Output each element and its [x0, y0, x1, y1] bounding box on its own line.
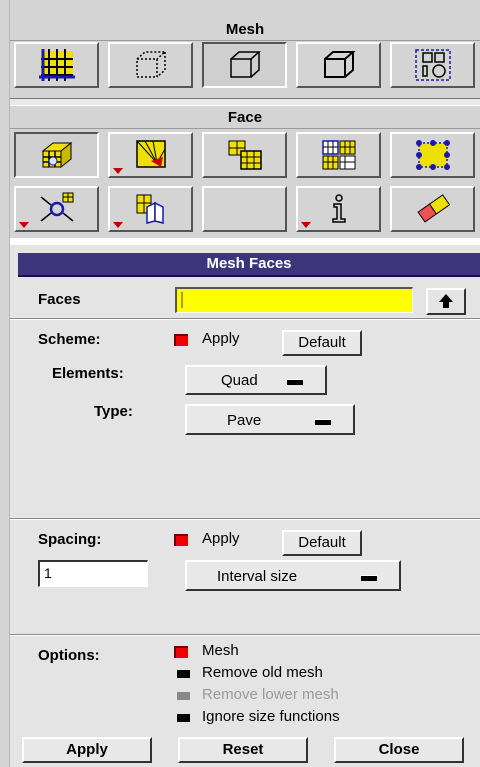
dropdown-marker [113, 222, 123, 228]
face-button-delete[interactable] [390, 186, 475, 232]
scheme-label: Scheme: [38, 331, 101, 348]
face-button-mesh[interactable] [14, 132, 99, 178]
close-button[interactable]: Close [334, 737, 464, 763]
modify-mesh-icon [321, 140, 355, 170]
option-ignore-size-functions-checkbox[interactable] [177, 712, 190, 722]
spacing-label: Spacing: [38, 531, 102, 548]
option-remove-old-mesh-checkbox[interactable] [177, 668, 190, 678]
face-button-split[interactable] [108, 186, 193, 232]
dropdown-marker [113, 168, 123, 174]
smooth-faces-icon [228, 140, 262, 170]
separator [10, 98, 480, 106]
spacing-method-value: Interval size [217, 568, 298, 585]
divider [10, 518, 480, 520]
face-button-blank[interactable] [202, 186, 287, 232]
option-mesh-checkbox[interactable] [174, 646, 188, 658]
reset-button[interactable]: Reset [178, 737, 308, 763]
type-select-value: Pave [227, 412, 262, 429]
type-select[interactable]: Pave [185, 404, 355, 435]
apply-button[interactable]: Apply [22, 737, 152, 763]
mesh-button-grid[interactable] [14, 42, 99, 88]
scheme-apply-checkbox[interactable] [174, 334, 188, 346]
option-menu-indicator [361, 574, 377, 581]
divider [10, 318, 480, 320]
mesh-toolbar: Mesh [10, 0, 480, 98]
option-remove-lower-mesh-checkbox [177, 690, 190, 700]
eraser-icon [416, 194, 450, 223]
scheme-apply-label: Apply [202, 330, 240, 347]
group-shapes-icon [414, 49, 451, 81]
mesh-button-volume[interactable] [296, 42, 381, 88]
mesh-faces-icon [41, 141, 72, 169]
grid-mesh-icon [38, 49, 75, 81]
nodes-icon [415, 140, 450, 170]
elements-select[interactable]: Quad [185, 365, 327, 395]
text-cursor [181, 292, 183, 308]
face-cube-icon [229, 51, 261, 78]
option-menu-indicator [315, 418, 331, 425]
blank-icon [225, 191, 265, 227]
mesh-button-vertex[interactable] [108, 42, 193, 88]
left-edge-bar [0, 0, 10, 767]
solid-cube-icon [323, 51, 356, 78]
faces-pick-button[interactable] [426, 288, 466, 315]
face-button-move[interactable] [14, 186, 99, 232]
face-button-info[interactable] [296, 186, 381, 232]
divider [10, 634, 480, 636]
face-toolbar: Face [10, 106, 480, 238]
spacing-apply-label: Apply [202, 530, 240, 547]
type-label: Type: [94, 403, 133, 420]
mesh-section-title: Mesh [10, 20, 480, 41]
face-button-smooth[interactable] [202, 132, 287, 178]
spacing-apply-checkbox[interactable] [174, 534, 188, 546]
elements-label: Elements: [52, 365, 124, 382]
info-icon [331, 194, 346, 223]
mesh-faces-window: Mesh Face Mesh Faces Faces Scheme: Apply… [0, 0, 480, 767]
face-section-title: Face [10, 108, 480, 129]
face-button-modify[interactable] [296, 132, 381, 178]
face-button-link[interactable] [108, 132, 193, 178]
dropdown-marker [301, 222, 311, 228]
option-mesh-label: Mesh [202, 642, 239, 659]
form-title: Mesh Faces [18, 253, 480, 277]
move-nodes-icon [40, 192, 73, 222]
spacing-value-input[interactable]: 1 [38, 560, 148, 587]
link-faces-icon [135, 140, 166, 168]
dropdown-marker [19, 222, 29, 228]
mesh-button-face[interactable] [202, 42, 287, 88]
mesh-button-group[interactable] [390, 42, 475, 88]
arrow-up-icon [439, 294, 453, 308]
spacing-default-button[interactable]: Default [282, 530, 362, 556]
option-remove-lower-mesh-label: Remove lower mesh [202, 686, 339, 703]
option-menu-indicator [287, 379, 303, 385]
split-faces-icon [136, 194, 164, 224]
option-ignore-size-functions-label: Ignore size functions [202, 708, 340, 725]
scheme-default-button[interactable]: Default [282, 330, 362, 356]
face-button-nodes[interactable] [390, 132, 475, 178]
faces-input[interactable] [175, 287, 413, 313]
option-remove-old-mesh-label: Remove old mesh [202, 664, 323, 681]
spacing-method-select[interactable]: Interval size [185, 560, 401, 591]
elements-select-value: Quad [221, 372, 258, 389]
faces-label: Faces [38, 291, 81, 308]
dashed-cube-icon [135, 51, 167, 78]
options-label: Options: [38, 647, 100, 664]
mesh-faces-form: Mesh Faces Faces Scheme: Apply Default E… [10, 245, 480, 767]
